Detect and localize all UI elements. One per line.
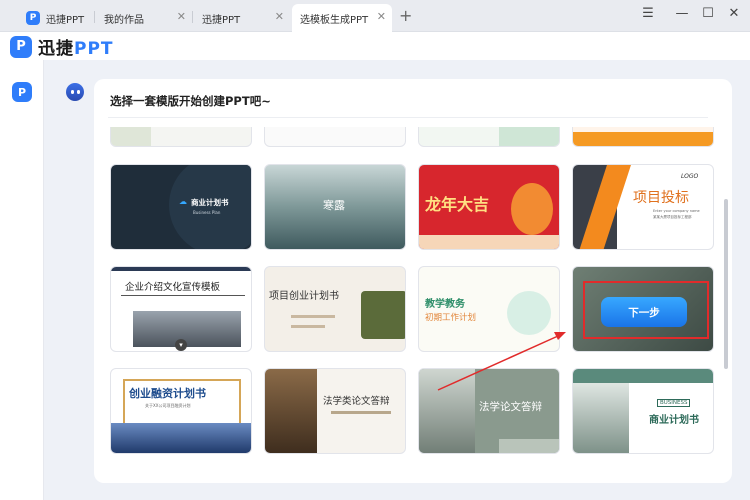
close-icon[interactable]: ✕ xyxy=(177,10,186,24)
template-card-startup-plan[interactable]: 项目创业计划书 xyxy=(264,266,406,352)
brand-name-ppt: PPT xyxy=(74,39,114,59)
new-tab-button[interactable]: + xyxy=(399,7,412,25)
card-subtitle: 关于XX公司项目融资计划 xyxy=(145,403,191,408)
writing-photo xyxy=(419,369,475,453)
card-decoration xyxy=(291,315,335,318)
template-card[interactable] xyxy=(418,127,560,147)
app-header: P 迅捷PPT xyxy=(0,32,750,60)
card-title: 企业介绍文化宣传模板 xyxy=(125,282,221,293)
template-card-hanlu[interactable]: 寒露 xyxy=(264,164,406,250)
window-close-icon[interactable]: ✕ xyxy=(726,6,742,22)
close-icon[interactable]: ✕ xyxy=(275,10,284,24)
brand-logo[interactable]: P 迅捷PPT xyxy=(10,34,114,59)
card-decoration xyxy=(291,325,325,328)
template-card-financing[interactable]: 创业融资计划书 关于XX公司项目融资计划 xyxy=(110,368,252,454)
card-logo-text: LOGO xyxy=(681,173,699,180)
card-subtitle: Business Plan xyxy=(193,210,221,215)
card-title: 商业计划书 xyxy=(191,198,229,207)
card-decoration xyxy=(499,439,559,453)
card-decoration xyxy=(573,132,713,146)
menu-icon[interactable]: ☰ xyxy=(640,6,656,22)
justice-photo xyxy=(265,369,317,453)
tab-template-generate[interactable]: 选模板生成PPT ✕ xyxy=(292,4,392,32)
card-decoration xyxy=(573,369,713,383)
template-card[interactable] xyxy=(110,127,252,147)
template-card-law-defense[interactable]: 法学论文答辩 xyxy=(418,368,560,454)
people-illustration xyxy=(507,291,551,335)
template-card-project-bid[interactable]: LOGO 项目投标 Enter your company name 某某大厦项目… xyxy=(572,164,714,250)
template-card-business-plan[interactable]: ☁ 商业计划书 Business Plan xyxy=(110,164,252,250)
brand-icon: P xyxy=(10,35,32,58)
template-card-teaching-plan[interactable]: 教学教务 初期工作计划 xyxy=(418,266,560,352)
card-decoration xyxy=(331,411,391,414)
template-panel: 选择一套模版开始创建PPT吧~ ☁ 商业计划书 Business Plan 寒露… xyxy=(94,79,732,483)
city-photo xyxy=(111,423,251,453)
card-decoration xyxy=(111,267,251,271)
template-card-liberal-defense[interactable]: 法学类论文答辩 xyxy=(264,368,406,454)
template-grid: ☁ 商业计划书 Business Plan 寒露 龙年大吉 LOGO 项目投标 … xyxy=(94,127,732,467)
tab-label: 迅捷PPT xyxy=(46,14,85,26)
template-card-selected[interactable]: 下一步 xyxy=(572,266,714,352)
card-tag: BUSINESS xyxy=(657,399,691,407)
tab-bar: P 迅捷PPT 我的作品 ✕ 迅捷PPT ✕ 选模板生成PPT ✕ + ☰ — … xyxy=(0,0,750,32)
template-card[interactable] xyxy=(572,127,714,147)
card-photo xyxy=(573,383,629,453)
card-title: 寒露 xyxy=(323,199,345,212)
scrollbar[interactable] xyxy=(724,199,728,369)
template-card-dragon-year[interactable]: 龙年大吉 xyxy=(418,164,560,250)
chevron-down-icon[interactable]: ▾ xyxy=(175,339,187,351)
template-card[interactable] xyxy=(264,127,406,147)
dragon-illustration xyxy=(511,183,553,235)
close-icon[interactable]: ✕ xyxy=(377,10,386,24)
minimize-icon[interactable]: — xyxy=(674,6,690,22)
card-subtitle: 初期工作计划 xyxy=(425,313,477,323)
app-logo-icon: P xyxy=(26,11,40,25)
tab-separator xyxy=(94,11,95,23)
card-title: 项目投标 xyxy=(633,190,689,206)
city-photo xyxy=(133,311,241,347)
brand-name: 迅捷PPT xyxy=(38,34,114,59)
prompt-text: 选择一套模版开始创建PPT吧~ xyxy=(110,94,271,108)
tab-xunjie-ppt[interactable]: 迅捷PPT ✕ xyxy=(202,4,290,32)
tab-separator xyxy=(192,11,193,23)
card-decoration xyxy=(419,235,559,249)
card-decoration xyxy=(111,127,151,146)
template-card-business-plan-2[interactable]: BUSINESS 商业计划书 xyxy=(572,368,714,454)
assistant-avatar-icon xyxy=(66,83,84,101)
card-title: 法学类论文答辩 xyxy=(323,396,390,407)
tab-home[interactable]: P 迅捷PPT xyxy=(26,4,98,32)
highlight-box xyxy=(583,281,709,339)
tab-my-works[interactable]: 我的作品 ✕ xyxy=(104,4,192,32)
template-card-corporate[interactable]: 企业介绍文化宣传模板 ▾ xyxy=(110,266,252,352)
card-decoration xyxy=(499,127,559,146)
card-title: 商业计划书 xyxy=(649,415,699,426)
sidebar: P xyxy=(0,60,44,500)
tab-label: 我的作品 xyxy=(104,14,144,26)
tab-label: 选模板生成PPT xyxy=(300,14,369,26)
card-photo xyxy=(361,291,405,339)
card-title: 创业融资计划书 xyxy=(129,387,206,400)
brand-name-cn: 迅捷 xyxy=(38,39,74,59)
card-subtitle: Enter your company name xyxy=(653,209,700,213)
sidebar-home-icon[interactable]: P xyxy=(12,82,32,102)
card-title: 教学教务 xyxy=(425,299,465,310)
card-subtitle: 某某大厦项目投标工程部 xyxy=(653,215,692,219)
card-title: 项目创业计划书 xyxy=(269,291,339,302)
maximize-icon[interactable]: ☐ xyxy=(700,6,716,22)
divider xyxy=(108,117,708,118)
card-title: 法学论文答辩 xyxy=(479,401,542,413)
card-divider xyxy=(121,295,245,296)
tab-label: 迅捷PPT xyxy=(202,14,241,26)
cloud-icon: ☁ xyxy=(179,197,187,206)
card-title: 龙年大吉 xyxy=(425,195,490,214)
